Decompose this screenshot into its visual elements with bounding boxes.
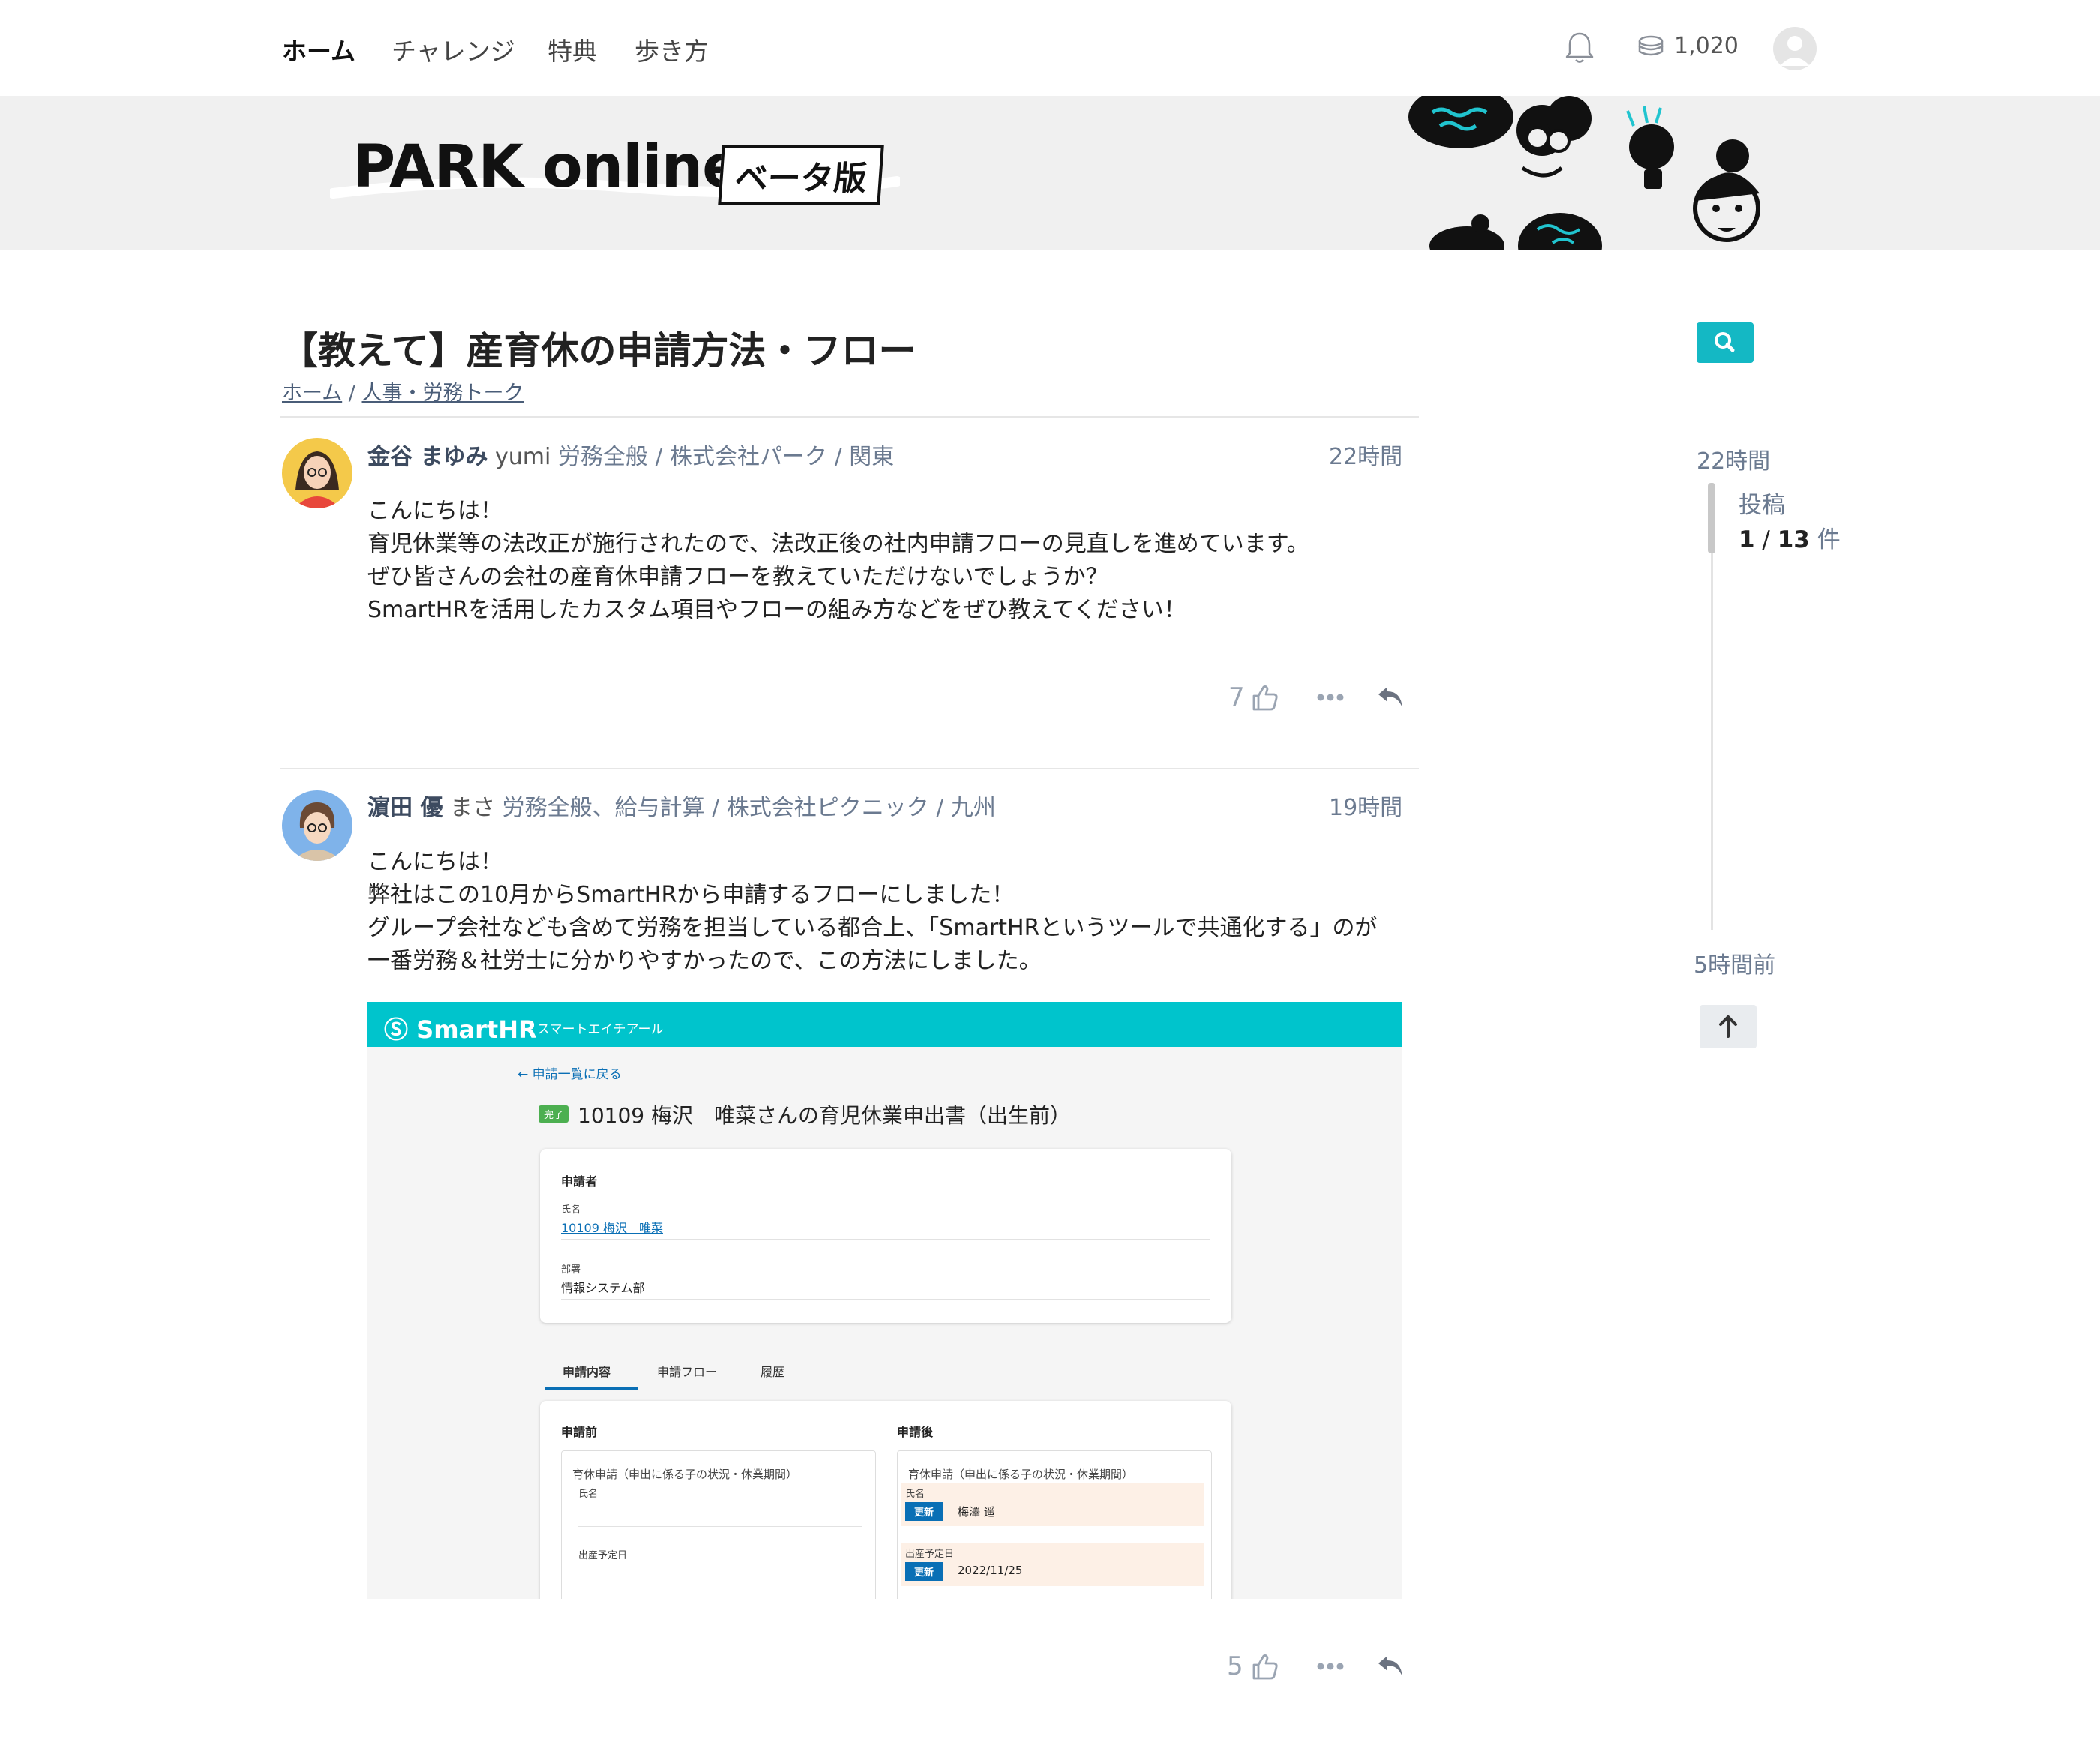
illustration-doodles: [1408, 96, 1760, 250]
divider: [561, 1299, 1210, 1300]
field-due-label: 出産予定日: [578, 1550, 628, 1561]
divider: [578, 1526, 862, 1527]
beta-badge: ベータ版: [718, 145, 884, 205]
field-name-label: 氏名: [578, 1489, 598, 1500]
diff-card: 申請前 申請後 育休申請（申出に係る子の状況・休業期間） 氏名 出産予定日 育休…: [540, 1401, 1232, 1599]
nav-home[interactable]: ホーム: [282, 31, 356, 67]
post-line: 育児休業等の法改正が施行されたので、法改正後の社内申請フローの見直しを進めていま…: [368, 531, 1310, 557]
bell-icon[interactable]: [1563, 30, 1596, 66]
divider: [280, 768, 1419, 769]
applicant-card: 申請者 氏名 10109 梅沢 唯菜 部署 情報システム部: [540, 1149, 1232, 1323]
divider: [561, 1239, 1210, 1240]
tab-request-content: 申請内容: [562, 1365, 611, 1379]
after-name-value: 梅澤 遥: [958, 1505, 995, 1519]
update-badge: 更新: [905, 1502, 944, 1521]
arrow-up-icon: [1719, 1015, 1737, 1038]
name-label: 氏名: [561, 1204, 581, 1216]
post-author-meta: 濵田 優 まさ 労務全般、給与計算 / 株式会社ピクニック / 九州: [368, 789, 996, 822]
timeline-handle[interactable]: [1708, 483, 1715, 553]
post-line: こんにちは！: [368, 498, 502, 524]
reply-icon[interactable]: [1376, 1653, 1406, 1680]
breadcrumb-separator: /: [348, 382, 356, 405]
like-count: 5: [1227, 1651, 1244, 1681]
post-body: こんにちは！ 弊社はこの10月からSmartHRから申請するフローにしました！ …: [368, 846, 1377, 978]
nav-challenge[interactable]: チャレンジ: [392, 31, 515, 67]
more-icon[interactable]: [1317, 690, 1344, 705]
like-icon[interactable]: [1248, 1650, 1281, 1683]
after-section: 育休申請（申出に係る子の状況・休業期間） 氏名 更新 梅澤 遥 出産予定日 更新…: [897, 1450, 1212, 1599]
smarthr-logo-sub: スマートエイチアール: [537, 1022, 664, 1037]
section-title: 育休申請（申出に係る子の状況・休業期間）: [908, 1468, 1134, 1481]
smarthr-logo: Ⓢ SmartHR: [384, 1015, 537, 1044]
before-heading: 申請前: [561, 1425, 598, 1439]
post-author-name[interactable]: 金谷 まゆみ: [368, 444, 488, 470]
timeline-end[interactable]: 5時間前: [1694, 946, 1775, 979]
post-image[interactable]: Ⓢ SmartHR スマートエイチアール ← 申請一覧に戻る 完了 10109 …: [368, 1002, 1402, 1599]
points-balance: 1,020: [1674, 33, 1738, 59]
site-banner: PARK online ベータ版: [0, 96, 2100, 250]
top-nav: ホーム チャレンジ 特典 歩き方 1,020: [0, 0, 2100, 96]
timeline-label: 投稿: [1738, 492, 1785, 519]
post-author-avatar[interactable]: [282, 438, 352, 508]
like-icon[interactable]: [1248, 681, 1281, 714]
post-line: 一番労務＆社労士に分かりやすかったので、この方法にしました。: [368, 948, 1042, 974]
post-body: こんにちは！ 育児休業等の法改正が施行されたので、法改正後の社内申請フローの見直…: [368, 495, 1310, 627]
like-count: 7: [1228, 682, 1245, 712]
breadcrumb: ホーム / 人事・労務トーク: [282, 376, 524, 406]
coin-icon: [1638, 35, 1664, 56]
nav-guide[interactable]: 歩き方: [634, 31, 709, 67]
topic-title: 【教えて】産育休の申請方法・フロー: [280, 329, 916, 373]
post-author-details: 労務全般、給与計算 / 株式会社ピクニック / 九州: [502, 795, 996, 821]
tab-request-flow: 申請フロー: [657, 1365, 718, 1379]
update-badge: 更新: [905, 1562, 944, 1581]
post-author-name[interactable]: 濵田 優: [368, 795, 442, 821]
post-time[interactable]: 19時間: [1329, 789, 1402, 822]
field-name-label: 氏名: [905, 1489, 926, 1500]
post-time[interactable]: 22時間: [1329, 438, 1402, 471]
divider: [280, 416, 1419, 418]
nav-benefits[interactable]: 特典: [548, 31, 597, 67]
smarthr-header: Ⓢ SmartHR スマートエイチアール: [368, 1002, 1402, 1047]
section-title: 育休申請（申出に係る子の状況・休業期間）: [572, 1468, 798, 1481]
dept-label: 部署: [561, 1264, 581, 1276]
dept-value: 情報システム部: [561, 1281, 645, 1295]
post-author-avatar[interactable]: [282, 790, 352, 861]
request-title: 10109 梅沢 唯菜さんの育児休業申出書（出生前）: [578, 1103, 1071, 1128]
post-line: こんにちは！: [368, 849, 502, 875]
after-heading: 申請後: [897, 1425, 934, 1439]
reply-icon[interactable]: [1376, 684, 1406, 711]
post-author-meta: 金谷 まゆみ yumi 労務全般 / 株式会社パーク / 関東: [368, 438, 894, 471]
applicant-heading: 申請者: [561, 1174, 598, 1189]
post-line: ぜひ皆さんの会社の産育休申請フローを教えていただけないでしょうか？: [368, 564, 1108, 590]
post-line: SmartHRを活用したカスタム項目やフローの組み方などをぜひ教えてください！: [368, 597, 1186, 623]
changed-field: 氏名 更新 梅澤 遥: [901, 1483, 1204, 1526]
before-section: 育休申請（申出に係る子の状況・休業期間） 氏名 出産予定日: [561, 1450, 876, 1599]
tab-underline: [544, 1387, 638, 1390]
tab-history: 履歴: [760, 1365, 785, 1379]
changed-field: 出産予定日 更新 2022/11/25: [901, 1543, 1204, 1586]
applicant-name-link: 10109 梅沢 唯菜: [561, 1221, 663, 1235]
timeline-start[interactable]: 22時間: [1696, 442, 1770, 475]
timeline-position: 1 / 13 件: [1738, 526, 1840, 553]
post-line: グループ会社なども含めて労務を担当している都合上、「SmartHRというツールで…: [368, 915, 1378, 941]
post-author-nick: yumi: [495, 444, 551, 470]
search-button[interactable]: [1696, 322, 1754, 363]
post-author-details: 労務全般 / 株式会社パーク / 関東: [557, 444, 895, 470]
site-logo[interactable]: PARK online: [352, 133, 742, 201]
breadcrumb-category[interactable]: 人事・労務トーク: [362, 382, 524, 405]
back-link: ← 申請一覧に戻る: [518, 1067, 622, 1082]
breadcrumb-home[interactable]: ホーム: [282, 382, 342, 405]
post-author-nick: まさ: [450, 795, 495, 821]
more-icon[interactable]: [1317, 1659, 1344, 1674]
search-icon: [1714, 332, 1735, 352]
after-due-value: 2022/11/25: [958, 1564, 1023, 1577]
status-badge: 完了: [538, 1105, 569, 1123]
post-line: 弊社はこの10月からSmartHRから申請するフローにしました！: [368, 882, 1015, 908]
scroll-top-button[interactable]: [1700, 1005, 1756, 1048]
field-due-label: 出産予定日: [905, 1549, 955, 1560]
user-avatar[interactable]: [1773, 27, 1816, 70]
